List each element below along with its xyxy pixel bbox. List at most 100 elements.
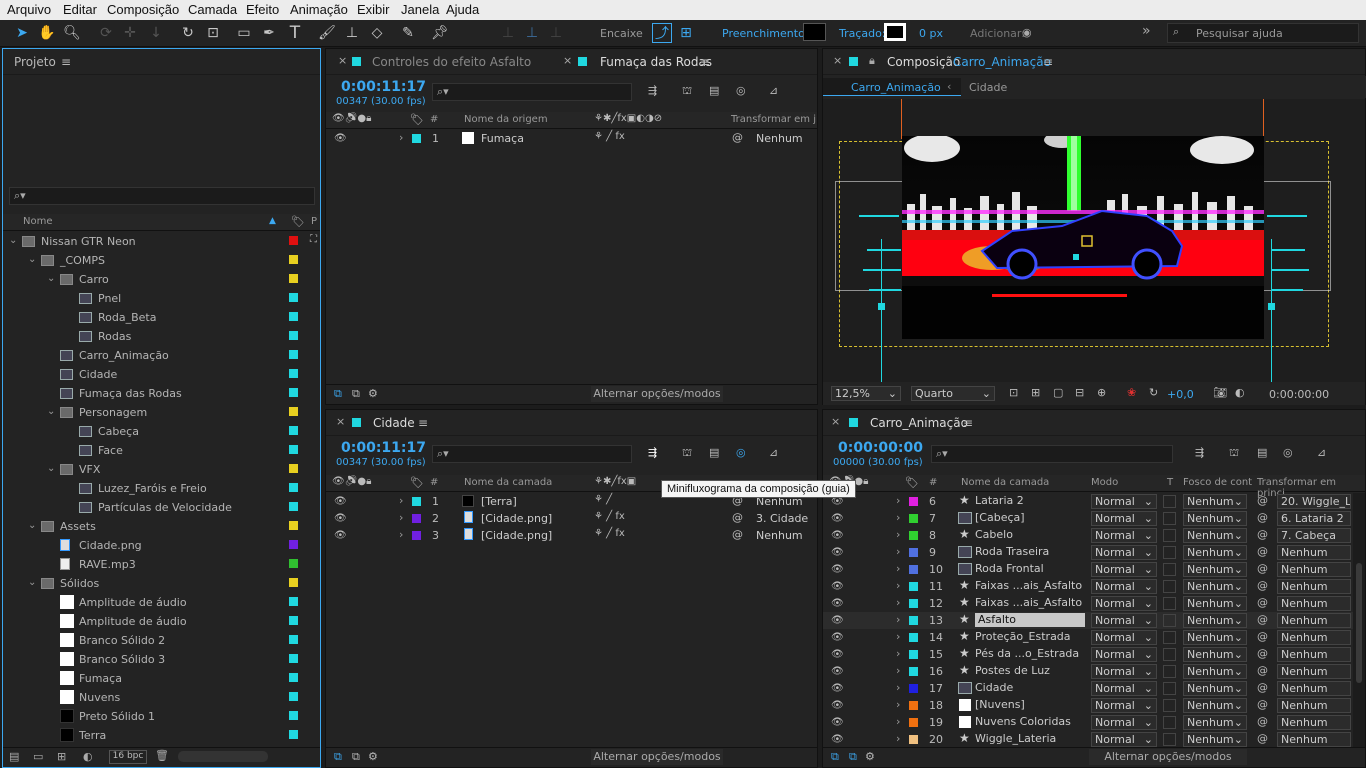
label-tag-icon[interactable]: 🏷︎: [291, 215, 305, 228]
visibility-eye-icon[interactable]: 👁︎: [334, 513, 347, 524]
project-item[interactable]: Face: [3, 441, 320, 460]
menu-item-5[interactable]: Animação: [290, 2, 348, 17]
preserve-transparency-box[interactable]: [1163, 529, 1176, 542]
toggle-switches-modes[interactable]: Alternar opções/modos: [591, 386, 723, 402]
layer-switches[interactable]: ⚘ ╱ fx: [594, 528, 625, 539]
pickwhip-icon[interactable]: @: [1257, 630, 1268, 643]
lock-icon[interactable]: 🔒︎: [869, 54, 875, 68]
layer-row[interactable]: 👁︎ › 19 Nuvens Coloridas Normal ⌄ Nenhum ⌄ @ Nenh…: [823, 714, 1353, 731]
visibility-eye-icon[interactable]: 👁︎: [831, 734, 844, 745]
label-color[interactable]: [289, 483, 298, 492]
visibility-eye-icon[interactable]: 👁︎: [831, 598, 844, 609]
layer-label-color[interactable]: [909, 735, 918, 744]
clone-stamp-tool-icon[interactable]: ⊥: [342, 23, 362, 43]
project-item[interactable]: ⌄ Personagem: [3, 403, 320, 422]
track-matte-dropdown[interactable]: Nenhum ⌄: [1183, 647, 1247, 662]
graph-editor-icon[interactable]: ⊿: [769, 84, 778, 97]
snap-option-icon[interactable]: ⤴: [652, 23, 672, 43]
axis-local-icon[interactable]: ⊥: [498, 23, 518, 43]
col-layer-name[interactable]: Nome da camada: [464, 477, 552, 488]
layer-name[interactable]: Cabelo: [975, 528, 1013, 541]
scrollbar-thumb[interactable]: [1356, 563, 1362, 683]
panel-menu-icon[interactable]: ≡: [61, 55, 71, 69]
orbit-camera-icon[interactable]: ⟳: [96, 23, 116, 43]
expand-arrow-icon[interactable]: ›: [896, 613, 900, 626]
motion-blur-icon[interactable]: ◎: [1283, 446, 1293, 459]
parent-dropdown[interactable]: Nenhum: [1277, 579, 1351, 594]
project-item[interactable]: Cabeça: [3, 422, 320, 441]
comp-miniflowchart-icon[interactable]: ⇶: [648, 446, 657, 459]
new-composition-icon[interactable]: ⊞: [57, 750, 66, 763]
layer-row[interactable]: 👁︎ › 7 [Cabeça] Normal ⌄ Nenhum ⌄ @6. Lataria 2: [823, 510, 1353, 527]
guides-icon[interactable]: ⊟: [1075, 386, 1084, 399]
stroke-width-value[interactable]: 0 px: [919, 27, 943, 40]
frame-blending-icon[interactable]: ▤: [709, 446, 719, 459]
shy-layers-icon[interactable]: ⛫: [682, 446, 692, 461]
project-item[interactable]: RAVE.mp3: [3, 555, 320, 574]
project-item[interactable]: Nuvens: [3, 688, 320, 707]
delete-icon[interactable]: 🗑︎: [155, 749, 169, 762]
label-color[interactable]: [289, 711, 298, 720]
track-matte-dropdown[interactable]: Nenhum ⌄: [1183, 562, 1247, 577]
expand-arrow-icon[interactable]: ›: [896, 528, 900, 541]
layer-label-color[interactable]: [909, 684, 918, 693]
pickwhip-icon[interactable]: @: [1257, 579, 1268, 592]
label-color[interactable]: [289, 673, 298, 682]
preserve-transparency-box[interactable]: [1163, 733, 1176, 746]
expand-arrow-icon[interactable]: ›: [896, 698, 900, 711]
disclosure-arrow-icon[interactable]: ⌄: [47, 463, 55, 474]
layer-name[interactable]: Cidade: [975, 681, 1013, 694]
pickwhip-icon[interactable]: @: [732, 528, 743, 541]
toggle-switches-modes[interactable]: Alternar opções/modos: [591, 749, 723, 765]
label-color[interactable]: [289, 559, 298, 568]
project-item[interactable]: Amplitude de áudio: [3, 612, 320, 631]
menu-item-0[interactable]: Arquivo: [7, 2, 51, 17]
snapshot-icon[interactable]: 📷︎: [1213, 386, 1227, 399]
preserve-transparency-box[interactable]: [1163, 716, 1176, 729]
expand-arrow-icon[interactable]: ›: [896, 732, 900, 745]
project-item[interactable]: Branco Sólido 2: [3, 631, 320, 650]
layer-name[interactable]: Wiggle_Lateria: [975, 732, 1056, 745]
pickwhip-icon[interactable]: @: [1257, 511, 1268, 524]
current-time[interactable]: 0:00:00:00: [838, 440, 923, 456]
pickwhip-icon[interactable]: @: [1257, 528, 1268, 541]
label-color[interactable]: [289, 407, 298, 416]
parent-dropdown[interactable]: Nenhum: [756, 132, 803, 145]
parent-dropdown[interactable]: Nenhum: [1277, 664, 1351, 679]
layer-label-color[interactable]: [909, 633, 918, 642]
project-item[interactable]: Luzez_Faróis e Freio: [3, 479, 320, 498]
track-matte-dropdown[interactable]: Nenhum ⌄: [1183, 698, 1247, 713]
interpret-footage-icon[interactable]: ▤: [9, 750, 19, 763]
pickwhip-icon[interactable]: @: [1257, 545, 1268, 558]
track-matte-dropdown[interactable]: Nenhum ⌄: [1183, 596, 1247, 611]
toggle-switches-icon[interactable]: ⧉: [334, 750, 342, 764]
label-color[interactable]: [289, 502, 298, 511]
panel-menu-icon[interactable]: ≡: [700, 55, 710, 69]
track-matte-dropdown[interactable]: Nenhum ⌄: [1183, 613, 1247, 628]
blend-mode-dropdown[interactable]: Normal ⌄: [1091, 698, 1157, 713]
menu-item-1[interactable]: Editar: [63, 2, 97, 17]
close-tab-icon[interactable]: ×: [336, 415, 345, 428]
puppet-pin-tool-icon[interactable]: 📌︎: [430, 23, 450, 43]
label-color[interactable]: [289, 426, 298, 435]
disclosure-arrow-icon[interactable]: ⌄: [47, 406, 55, 417]
blend-mode-dropdown[interactable]: Normal ⌄: [1091, 681, 1157, 696]
layer-search[interactable]: ⌕▾: [432, 445, 632, 463]
blend-mode-dropdown[interactable]: Normal ⌄: [1091, 596, 1157, 611]
preserve-transparency-box[interactable]: [1163, 597, 1176, 610]
layer-label-color[interactable]: [909, 565, 918, 574]
layer-row[interactable]: 👁︎ › 13 ★ Asfalto Normal ⌄ Nenhum ⌄ @ Nenhum: [823, 612, 1353, 629]
project-item[interactable]: Fumaça: [3, 669, 320, 688]
layer-name[interactable]: Roda Frontal: [975, 562, 1044, 575]
project-item[interactable]: Fumaça das Rodas: [3, 384, 320, 403]
pickwhip-icon[interactable]: @: [1257, 596, 1268, 609]
layer-name[interactable]: Fumaça: [481, 132, 524, 145]
parent-dropdown[interactable]: Nenhum: [1277, 596, 1351, 611]
region-of-interest-icon[interactable]: ⊡: [1009, 386, 1018, 399]
project-tab[interactable]: Projeto ≡: [3, 49, 320, 75]
layer-label-color[interactable]: [909, 531, 918, 540]
project-item[interactable]: ⌄ Sólidos: [3, 574, 320, 593]
comp-miniflowchart-icon[interactable]: ⇶: [648, 84, 657, 97]
track-matte-dropdown[interactable]: Nenhum ⌄: [1183, 494, 1247, 509]
visibility-eye-icon[interactable]: 👁︎: [831, 632, 844, 643]
